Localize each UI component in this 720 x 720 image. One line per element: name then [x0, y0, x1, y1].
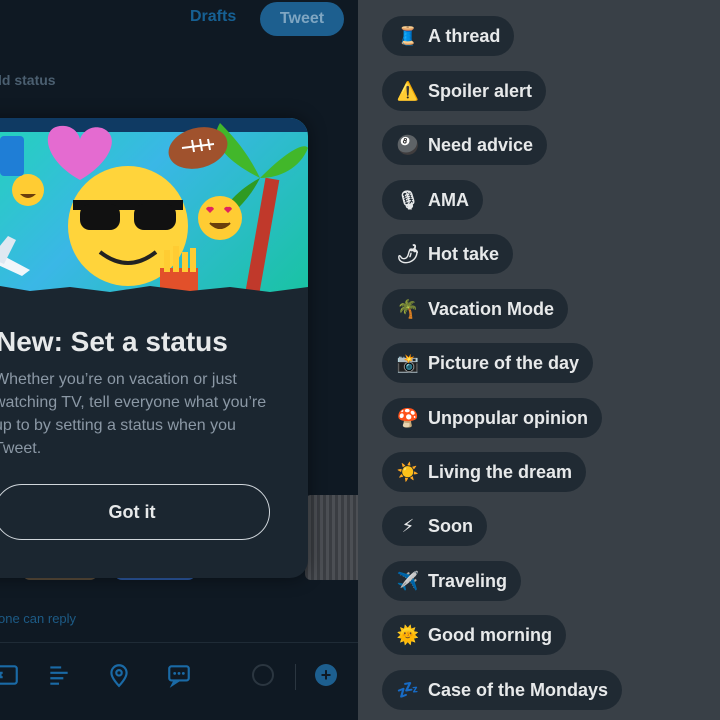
status-option-label: Vacation Mode: [428, 298, 555, 319]
warning-icon: ⚠️: [396, 80, 420, 101]
tweet-button[interactable]: Tweet: [260, 2, 344, 36]
chat-icon[interactable]: [166, 662, 192, 688]
sun-icon: ☀️: [396, 461, 420, 482]
camera-flash-icon: 📸: [396, 352, 420, 373]
drafts-link[interactable]: Drafts: [190, 8, 236, 26]
chili-pepper-icon: 🌶: [396, 243, 420, 264]
divider: [0, 642, 358, 643]
composer-pane: Drafts Tweet ld status one can reply + N…: [0, 0, 358, 720]
media-thumbnail[interactable]: [305, 495, 358, 580]
status-option-unpopular-opinion[interactable]: 🍄 Unpopular opinion: [382, 398, 602, 438]
status-option-ama[interactable]: 🎙 AMA: [382, 180, 483, 220]
status-option-label: Case of the Mondays: [428, 679, 609, 700]
status-option-traveling[interactable]: ✈️ Traveling: [382, 561, 522, 601]
sun-face-icon: 🌞: [396, 624, 420, 645]
status-option-picture-of-the-day[interactable]: 📸 Picture of the day: [382, 343, 594, 383]
divider: [295, 664, 296, 690]
airplane-icon: ✈️: [396, 570, 420, 591]
status-option-case-of-the-mondays[interactable]: 💤 Case of the Mondays: [382, 670, 623, 710]
poll-icon[interactable]: [46, 662, 72, 688]
status-option-spoiler-alert[interactable]: ⚠️ Spoiler alert: [382, 71, 547, 111]
status-option-label: Hot take: [428, 243, 500, 264]
gif-icon[interactable]: [0, 662, 20, 688]
status-option-label: A thread: [428, 25, 501, 46]
reply-setting-link[interactable]: one can reply: [0, 611, 76, 626]
popup-title: New: Set a status: [0, 326, 228, 357]
popup-illustration: [0, 118, 308, 293]
status-option-label: Living the dream: [428, 461, 573, 482]
eight-ball-icon: 🎱: [396, 134, 420, 155]
status-option-soon[interactable]: ⚡ Soon: [382, 506, 487, 546]
status-option-living-the-dream[interactable]: ☀️ Living the dream: [382, 452, 587, 492]
airplane-icon: [0, 236, 30, 276]
sleeping-zzz-icon: 💤: [396, 679, 420, 700]
status-option-label: Good morning: [428, 624, 552, 645]
status-intro-popup: New: Set a status Whether you’re on vaca…: [0, 118, 308, 578]
location-icon[interactable]: [106, 662, 132, 688]
status-option-label: Need advice: [428, 134, 534, 155]
laughing-emoji-icon: [12, 174, 44, 206]
thread-spool-icon: 🧵: [396, 25, 420, 46]
status-option-label: Spoiler alert: [428, 80, 533, 101]
palm-tree-icon: 🌴: [396, 298, 420, 319]
status-option-a-thread[interactable]: 🧵 A thread: [382, 16, 515, 56]
status-option-label: Traveling: [428, 570, 508, 591]
mushroom-icon: 🍄: [396, 407, 420, 428]
status-option-label: Picture of the day: [428, 352, 580, 373]
status-option-vacation-mode[interactable]: 🌴 Vacation Mode: [382, 289, 569, 329]
microphone-icon: 🎙: [396, 189, 420, 210]
popup-description: Whether you’re on vacation or just watch…: [0, 371, 267, 457]
add-status-link[interactable]: ld status: [0, 72, 56, 88]
character-counter-ring: [252, 664, 274, 686]
status-option-label: Soon: [428, 515, 473, 536]
fries-icon: [160, 246, 198, 293]
status-options-list: 🧵 A thread ⚠️ Spoiler alert 🎱 Need advic…: [358, 0, 720, 720]
status-option-good-morning[interactable]: 🌞 Good morning: [382, 615, 566, 655]
lightning-icon: ⚡: [401, 515, 415, 536]
got-it-button[interactable]: Got it: [0, 484, 270, 540]
status-option-hot-take[interactable]: 🌶 Hot take: [382, 234, 514, 274]
add-tweet-button[interactable]: +: [315, 664, 337, 686]
status-option-label: Unpopular opinion: [428, 407, 588, 428]
status-option-label: AMA: [428, 189, 469, 210]
heart-eyes-emoji-icon: [198, 196, 242, 240]
status-option-need-advice[interactable]: 🎱 Need advice: [382, 125, 548, 165]
